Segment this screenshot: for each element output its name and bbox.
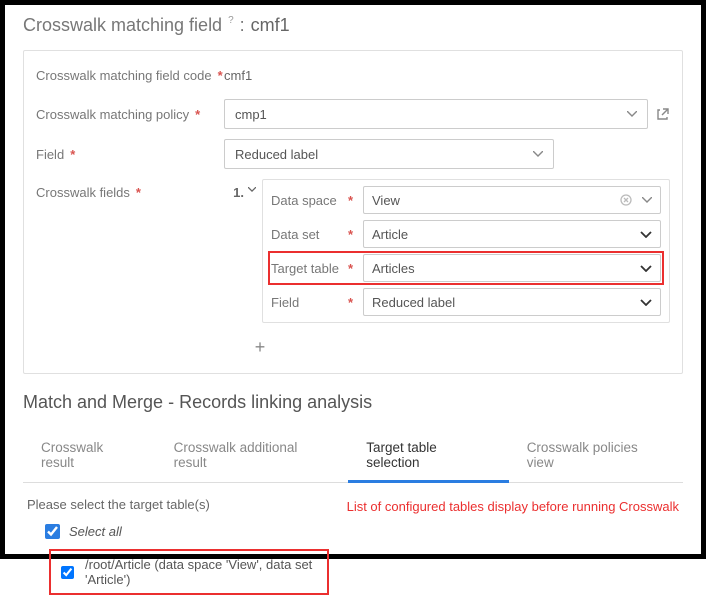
dataset-select[interactable]: Article xyxy=(363,220,661,248)
row-field: Field * Reduced label xyxy=(36,139,670,169)
label-cwfields: Crosswalk fields xyxy=(36,185,130,200)
cwfields-expand-toggle[interactable] xyxy=(248,179,262,192)
tab-crosswalk-additional-result[interactable]: Crosswalk additional result xyxy=(156,430,349,483)
label-target: Target table xyxy=(271,261,339,276)
dataset-value: Article xyxy=(372,227,634,242)
tab-crosswalk-result[interactable]: Crosswalk result xyxy=(23,430,156,483)
cwfields-index: 1. xyxy=(224,179,248,200)
external-link-icon[interactable] xyxy=(656,107,670,121)
caret-down-icon xyxy=(533,151,543,157)
row-policy: Crosswalk matching policy * cmp1 xyxy=(36,99,670,129)
section-heading: Match and Merge - Records linking analys… xyxy=(23,392,683,413)
row-crosswalk-fields: Crosswalk fields * 1. Data space * View xyxy=(36,179,670,323)
tab-target-table-selection[interactable]: Target table selection xyxy=(348,430,508,483)
target-table-select[interactable]: Articles xyxy=(363,254,661,282)
add-icon[interactable]: + xyxy=(248,337,272,358)
target-table-body: Please select the target table(s) Select… xyxy=(23,497,683,595)
dataspace-select[interactable]: View xyxy=(363,186,661,214)
label-dataspace: Data space xyxy=(271,193,337,208)
nested-row-field: Field * Reduced label xyxy=(271,288,661,316)
label-nested-field: Field xyxy=(271,295,299,310)
title-value: cmf1 xyxy=(251,15,290,36)
cwfields-panel: Data space * View xyxy=(262,179,670,323)
dataspace-value: View xyxy=(372,193,610,208)
table-item-checkbox[interactable] xyxy=(61,566,74,579)
chevron-down-icon xyxy=(640,231,652,238)
select-all-label: Select all xyxy=(69,524,122,539)
target-value: Articles xyxy=(372,261,634,276)
form-panel: Crosswalk matching field code * cmf1 Cro… xyxy=(23,50,683,374)
label-code: Crosswalk matching field code xyxy=(36,68,212,83)
label-field: Field xyxy=(36,147,64,162)
clear-icon[interactable] xyxy=(616,194,636,206)
required-marker: * xyxy=(218,68,223,83)
field-select[interactable]: Reduced label xyxy=(224,139,554,169)
help-icon[interactable]: ? xyxy=(228,15,234,26)
nested-row-target-table: Target table * Articles xyxy=(271,254,661,282)
required-marker: * xyxy=(348,261,353,276)
required-marker: * xyxy=(348,227,353,242)
chevron-down-icon xyxy=(640,299,652,306)
page-title: Crosswalk matching field ? : cmf1 xyxy=(23,15,683,36)
nested-row-dataspace: Data space * View xyxy=(271,186,661,214)
label-policy: Crosswalk matching policy xyxy=(36,107,189,122)
annotation-text: List of configured tables display before… xyxy=(347,497,679,514)
row-add: + xyxy=(36,333,670,361)
required-marker: * xyxy=(70,147,75,162)
required-marker: * xyxy=(348,295,353,310)
value-code: cmf1 xyxy=(224,68,252,83)
nested-field-select[interactable]: Reduced label xyxy=(363,288,661,316)
row-code: Crosswalk matching field code * cmf1 xyxy=(36,61,670,89)
title-separator: : xyxy=(240,15,245,36)
field-select-value: Reduced label xyxy=(235,147,318,162)
target-prompt: Please select the target table(s) xyxy=(27,497,329,512)
tab-crosswalk-policies-view[interactable]: Crosswalk policies view xyxy=(509,430,683,483)
title-label: Crosswalk matching field xyxy=(23,15,222,36)
label-dataset: Data set xyxy=(271,227,319,242)
caret-down-icon xyxy=(642,197,652,203)
required-marker: * xyxy=(136,185,141,200)
table-item-label: /root/Article (data space 'View', data s… xyxy=(85,557,317,587)
nested-field-value: Reduced label xyxy=(372,295,634,310)
nested-row-dataset: Data set * Article xyxy=(271,220,661,248)
select-all-checkbox[interactable] xyxy=(45,524,60,539)
table-item-row: /root/Article (data space 'View', data s… xyxy=(49,549,329,595)
policy-select-value: cmp1 xyxy=(235,107,267,122)
required-marker: * xyxy=(348,193,353,208)
chevron-down-icon xyxy=(640,265,652,272)
caret-down-icon xyxy=(627,111,637,117)
tabs: Crosswalk result Crosswalk additional re… xyxy=(23,429,683,483)
required-marker: * xyxy=(195,107,200,122)
policy-select[interactable]: cmp1 xyxy=(224,99,648,129)
